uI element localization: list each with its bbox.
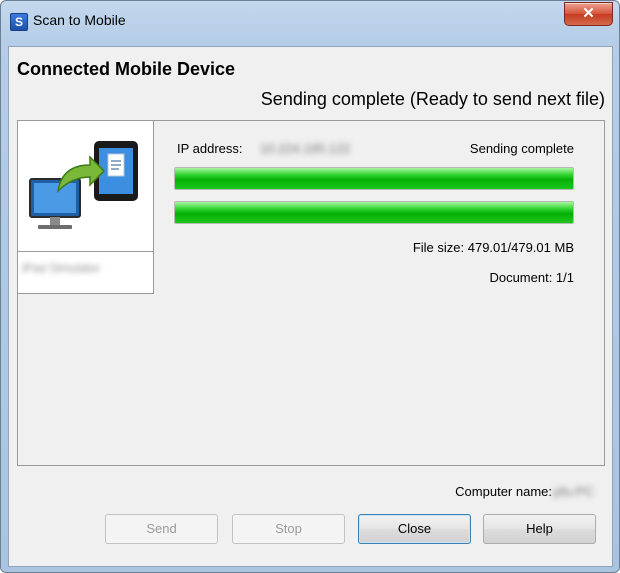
device-card[interactable]: iPad Simulator	[18, 121, 154, 294]
send-button[interactable]: Send	[105, 514, 218, 544]
computer-name-label: Computer name:	[455, 484, 552, 499]
title-bar[interactable]: S Scan to Mobile ✕	[1, 1, 619, 39]
file-size-text: File size: 479.01/479.01 MB	[412, 240, 574, 255]
window-title: Scan to Mobile	[33, 12, 126, 28]
device-name: iPad Simulator	[22, 261, 101, 275]
scan-to-mobile-window: S Scan to Mobile ✕ Connected Mobile Devi…	[0, 0, 620, 573]
header-title: Connected Mobile Device	[17, 59, 236, 79]
scansnap-icon: S	[10, 13, 28, 31]
stop-button[interactable]: Stop	[232, 514, 345, 544]
send-to-device-icon	[18, 121, 153, 252]
total-progress-bar	[174, 201, 574, 224]
ip-address-value: 10.224.195.122	[260, 141, 351, 156]
file-progress-fill	[175, 168, 573, 189]
document-count-text: Document: 1/1	[489, 270, 574, 285]
dialog-client-area: Connected Mobile Device Sending complete…	[8, 46, 613, 567]
computer-name-value: pfu-PC	[553, 484, 594, 499]
ip-address-label: IP address:	[177, 141, 243, 156]
device-panel: iPad Simulator IP address: 10.224.195.12…	[17, 120, 605, 466]
close-button[interactable]: Close	[358, 514, 471, 544]
file-progress-bar	[174, 167, 574, 190]
help-button[interactable]: Help	[483, 514, 596, 544]
sending-status: Sending complete	[469, 141, 574, 156]
window-close-button[interactable]: ✕	[564, 2, 613, 26]
dialog-header: Connected Mobile Device Sending complete…	[9, 47, 612, 117]
header-status: Sending complete (Ready to send next fil…	[260, 89, 605, 109]
total-progress-fill	[175, 202, 573, 223]
